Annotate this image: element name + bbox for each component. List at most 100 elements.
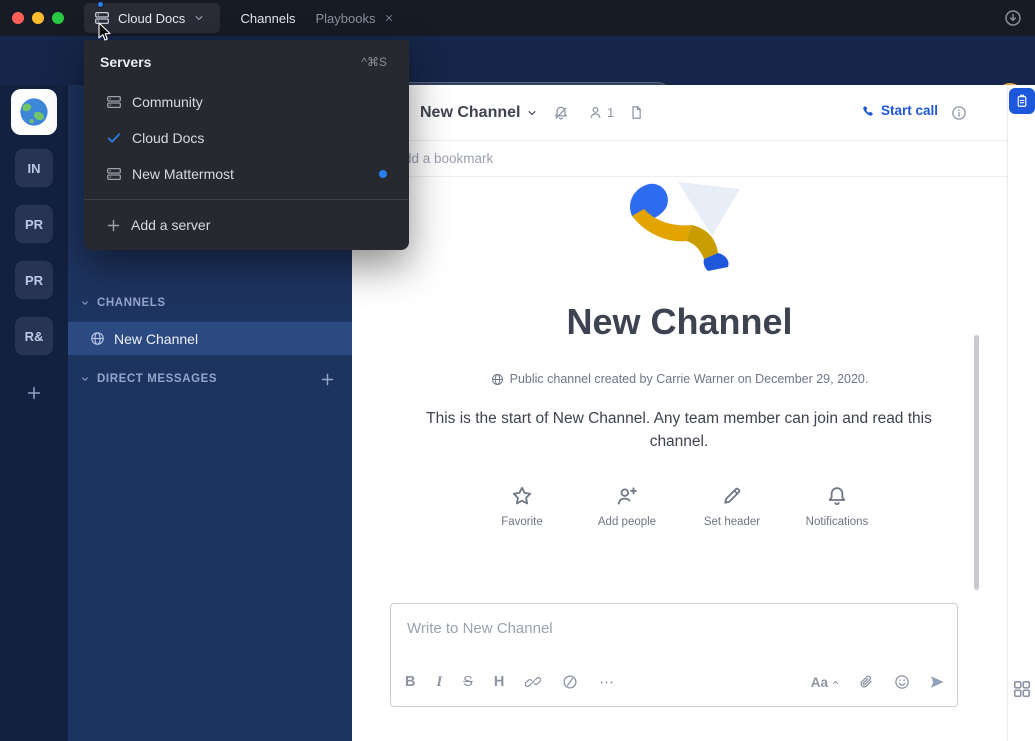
servers-menu-header: Servers ^⌘S (84, 52, 409, 70)
team-item-pr2[interactable]: PR (15, 261, 53, 299)
channel-intro-illustration (622, 182, 742, 279)
team-item-globe[interactable] (11, 89, 57, 135)
servers-menu-items: Community Cloud Docs New Mattermost (84, 84, 409, 192)
italic-button[interactable]: I (436, 674, 442, 691)
close-tab-icon[interactable] (384, 13, 394, 23)
member-count: 1 (607, 105, 614, 120)
check-icon (106, 130, 122, 146)
chevron-down-icon (80, 298, 90, 308)
tab-playbooks-label: Playbooks (316, 11, 376, 26)
servers-menu-title: Servers (100, 54, 151, 70)
tab-channels[interactable]: Channels (232, 0, 304, 36)
menu-item-label: Cloud Docs (132, 130, 204, 146)
paperclip-icon[interactable] (859, 674, 875, 690)
channel-title-label: New Channel (420, 104, 520, 122)
plus-icon (26, 385, 42, 401)
channel-item-new-channel[interactable]: New Channel (68, 322, 352, 355)
team-initials: IN (28, 161, 41, 176)
servers-menu-shortcut: ^⌘S (361, 55, 387, 69)
window-minimize-button[interactable] (32, 12, 44, 24)
star-icon (511, 485, 533, 507)
add-people-button[interactable]: Add people (589, 485, 665, 528)
slash-command-icon[interactable] (562, 674, 578, 690)
chevron-down-icon (80, 374, 90, 384)
set-header-button[interactable]: Set header (694, 485, 770, 528)
add-team-button[interactable] (15, 374, 53, 412)
direct-messages-section-header[interactable]: DIRECT MESSAGES (80, 373, 217, 385)
format-buttons: B I S H ⋯ (405, 673, 615, 691)
window-close-button[interactable] (12, 12, 24, 24)
link-icon[interactable] (525, 674, 541, 690)
action-label: Favorite (501, 516, 543, 528)
team-initials: PR (25, 273, 43, 288)
favorite-button[interactable]: Favorite (484, 485, 560, 528)
playbooks-app-icon[interactable] (1009, 88, 1035, 114)
app-bar (1007, 85, 1035, 741)
download-icon[interactable] (1004, 9, 1022, 27)
team-item-r[interactable]: R& (15, 317, 53, 355)
chevron-down-icon (526, 107, 538, 119)
channel-intro-body: This is the start of New Channel. Any te… (399, 407, 959, 453)
toggle-formatting-button[interactable]: Aa (811, 675, 840, 690)
add-people-icon (616, 485, 638, 507)
team-item-pr1[interactable]: PR (15, 205, 53, 243)
bookmark-bar[interactable]: Add a bookmark (352, 141, 1007, 177)
channel-files-icon[interactable] (629, 105, 644, 120)
tab-playbooks[interactable]: Playbooks (312, 0, 398, 36)
apps-grid-icon[interactable] (1012, 679, 1032, 699)
chevron-down-icon (193, 12, 205, 24)
titlebar: Cloud Docs Channels Playbooks (0, 0, 1035, 36)
channel-meta-text: Public channel created by Carrie Warner … (510, 372, 869, 386)
chevron-up-icon (831, 678, 840, 687)
team-item-in[interactable]: IN (15, 149, 53, 187)
channels-section-header[interactable]: CHANNELS (80, 297, 166, 309)
person-illustration (622, 182, 742, 274)
menu-item-label: Community (132, 94, 203, 110)
scrollbar[interactable] (974, 335, 979, 590)
add-server-label: Add a server (131, 217, 210, 233)
channel-title-button[interactable]: New Channel (420, 85, 538, 141)
channel-info-icon[interactable] (951, 105, 967, 121)
strikethrough-button[interactable]: S (463, 674, 473, 690)
bold-button[interactable]: B (405, 674, 415, 690)
server-icon (106, 94, 122, 110)
plus-icon (106, 218, 121, 233)
composer-right-buttons: Aa (811, 674, 945, 690)
heading-button[interactable]: H (494, 674, 504, 690)
phone-icon (860, 104, 874, 118)
send-icon[interactable] (929, 674, 945, 690)
add-bookmark-label: Add a bookmark (395, 151, 493, 166)
channel-header: New Channel 1 Start call (352, 85, 1007, 141)
server-icon (106, 166, 122, 182)
tab-channels-label: Channels (241, 11, 296, 26)
globe-icon (90, 331, 105, 346)
server-name-label: Cloud Docs (118, 11, 185, 26)
more-formatting-icon[interactable]: ⋯ (599, 673, 615, 691)
team-initials: R& (25, 329, 44, 344)
mattermost-window: Cloud Docs Channels Playbooks @ C (0, 0, 1035, 741)
earth-icon (18, 96, 50, 128)
team-initials: PR (25, 217, 43, 232)
add-direct-message-icon[interactable] (320, 372, 335, 387)
servers-dropdown-menu: Servers ^⌘S Community Cloud Docs New Mat… (84, 40, 409, 250)
member-count-button[interactable]: 1 (588, 105, 614, 120)
menu-item-community[interactable]: Community (84, 84, 409, 120)
bell-muted-icon[interactable] (553, 105, 569, 121)
emoji-icon[interactable] (894, 674, 910, 690)
add-server-button[interactable]: Add a server (84, 206, 409, 244)
channel-item-label: New Channel (114, 331, 198, 347)
clipboard-icon (1015, 94, 1029, 108)
notifications-button[interactable]: Notifications (799, 485, 875, 528)
aa-label: Aa (811, 675, 828, 690)
menu-item-cloud-docs[interactable]: Cloud Docs (84, 120, 409, 156)
composer-toolbar: B I S H ⋯ Aa (405, 666, 945, 698)
message-input[interactable]: Write to New Channel (407, 620, 553, 637)
main-content: New Channel 1 Start call Add a bookmark (352, 85, 1007, 741)
server-unread-dot (97, 1, 104, 8)
channel-intro-heading: New Channel (352, 301, 1007, 343)
menu-item-new-mattermost[interactable]: New Mattermost (84, 156, 409, 192)
start-call-button[interactable]: Start call (860, 103, 938, 118)
message-composer: Write to New Channel B I S H ⋯ Aa (390, 603, 958, 707)
window-zoom-button[interactable] (52, 12, 64, 24)
action-label: Notifications (806, 516, 869, 528)
